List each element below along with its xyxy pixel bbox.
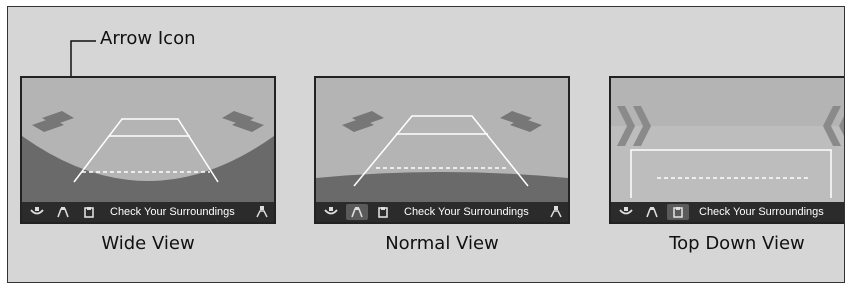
status-bar: Check Your Surroundings [611,202,844,222]
wide-view-icon[interactable] [615,204,637,220]
top-down-view-icon[interactable] [372,204,394,220]
top-down-view-icon[interactable] [667,204,689,220]
normal-view-screen: Check Your Surroundings [314,76,570,224]
guideline-toggle-icon[interactable] [256,206,268,218]
wide-view-screen: Check Your Surroundings [20,76,276,224]
status-text: Check Your Surroundings [699,206,824,218]
arrow-icon-callout-label: Arrow Icon [100,28,196,49]
normal-view-icon[interactable] [641,204,663,220]
normal-view-icon[interactable] [52,204,74,220]
top-down-view-icon[interactable] [78,204,100,220]
status-text: Check Your Surroundings [404,206,529,218]
diagram-frame: Arrow Icon Check Your Surroundings Wide … [7,6,845,283]
status-bar: Check Your Surroundings [22,202,274,222]
top-down-view-caption: Top Down View [669,233,805,254]
top-down-view-screen: Check Your Surroundings [609,76,844,224]
wide-view-icon[interactable] [320,204,342,220]
wide-view-icon[interactable] [26,204,48,220]
normal-view-icon[interactable] [346,204,368,220]
normal-view-caption: Normal View [385,233,499,254]
status-text: Check Your Surroundings [110,206,235,218]
status-bar: Check Your Surroundings [316,202,568,222]
guideline-toggle-icon[interactable] [550,206,562,218]
wide-view-caption: Wide View [101,233,195,254]
